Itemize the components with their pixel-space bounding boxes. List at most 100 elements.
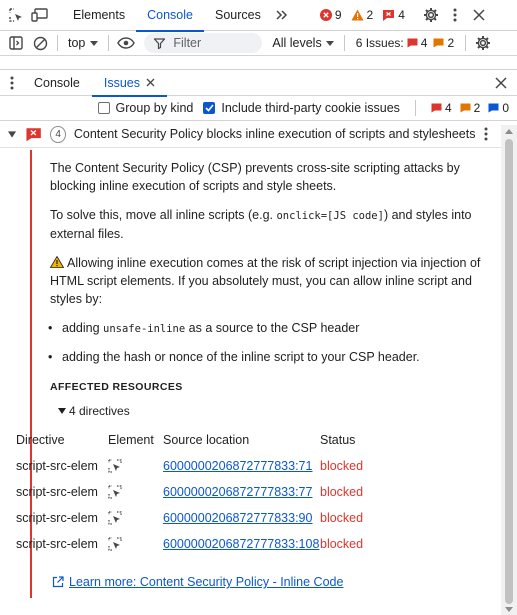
close-devtools-icon[interactable]	[467, 3, 491, 27]
third-party-cookie-checkbox[interactable]: Include third-party cookie issues	[203, 101, 400, 115]
element-cell	[108, 531, 163, 557]
clear-console-icon[interactable]	[28, 31, 52, 55]
issues-summary-button[interactable]: 6 Issues: 4 2	[350, 36, 460, 50]
issues-summary-label: 6 Issues:	[355, 36, 404, 50]
toolbar-divider	[108, 35, 110, 51]
dropdown-arrow-icon	[90, 40, 99, 46]
filter-funnel-icon	[154, 37, 166, 49]
issues-toolbar: Group by kind Include third-party cookie…	[0, 96, 517, 121]
drawer-menu-icon[interactable]	[2, 71, 22, 95]
element-cell	[108, 479, 163, 505]
learn-more-link[interactable]: Learn more: Content Security Policy - In…	[52, 575, 343, 589]
source-link[interactable]: 6000000206872777833:71	[163, 453, 320, 479]
column-header-source: Source location	[163, 433, 250, 447]
issue-warning-flag-icon	[460, 103, 471, 113]
source-link-text[interactable]: 6000000206872777833:108	[163, 537, 319, 551]
scroll-down-arrow-icon[interactable]	[505, 607, 513, 612]
close-drawer-icon[interactable]	[489, 71, 513, 95]
settings-gear-icon[interactable]	[419, 3, 443, 27]
message-counts[interactable]: 9 2 4	[319, 8, 405, 22]
source-link-text[interactable]: 6000000206872777833:77	[163, 485, 312, 499]
drawer-tabbar: Console Issues	[0, 70, 517, 97]
status-cell: blocked	[320, 459, 364, 473]
log-levels-dropdown[interactable]: All levels	[272, 36, 334, 50]
issues-scrollbar[interactable]	[501, 125, 517, 615]
drawer-tab-issues[interactable]: Issues	[91, 70, 168, 97]
reveal-element-icon[interactable]	[108, 537, 122, 551]
tab-console[interactable]: Console	[136, 0, 204, 32]
source-link-text[interactable]: 6000000206872777833:90	[163, 511, 312, 525]
reveal-element-icon[interactable]	[108, 511, 122, 525]
warning-text: Allowing inline execution comes at the r…	[50, 256, 481, 306]
issue-header[interactable]: 4 Content Security Policy blocks inline …	[0, 121, 517, 148]
issue-info-count: 0	[502, 101, 509, 115]
directive-cell: script-src-elem	[16, 485, 98, 499]
issue-warning-text: Allowing inline execution comes at the r…	[50, 254, 493, 308]
bullet1-post: as a source to the CSP header	[185, 321, 360, 335]
context-selector[interactable]: top	[63, 36, 103, 50]
issue-count: 4	[382, 8, 405, 22]
scroll-up-arrow-icon[interactable]	[505, 129, 513, 134]
column-header-status: Status	[320, 433, 356, 447]
scrollbar-thumb[interactable]	[505, 139, 513, 604]
reveal-element-icon[interactable]	[108, 485, 122, 499]
device-toolbar-icon[interactable]	[28, 3, 52, 27]
console-area	[0, 56, 517, 70]
solve-code: onclick=[JS code]	[276, 210, 384, 222]
issue-title: Content Security Policy blocks inline ex…	[73, 127, 476, 141]
issue-count-value: 4	[398, 8, 405, 22]
tab-elements[interactable]: Elements	[62, 0, 136, 31]
source-link-text[interactable]: 6000000206872777833:71	[163, 459, 312, 473]
reveal-element-icon[interactable]	[108, 459, 122, 473]
more-tabs-chevron-icon[interactable]	[272, 0, 292, 31]
learn-more-text[interactable]: Learn more: Content Security Policy - In…	[69, 575, 343, 589]
console-settings-gear-icon[interactable]	[471, 31, 495, 55]
toolbar-divider	[343, 35, 345, 51]
checkbox-unchecked[interactable]	[97, 102, 110, 114]
element-cell	[108, 505, 163, 531]
issue-error-flag-icon	[431, 103, 442, 113]
source-link[interactable]: 6000000206872777833:90	[163, 505, 320, 531]
expand-triangle-icon	[58, 408, 66, 414]
source-link[interactable]: 6000000206872777833:77	[163, 479, 320, 505]
issue-info-flag-icon	[488, 103, 499, 113]
table-row: script-src-elem 6000000206872777833:77 b…	[16, 479, 363, 505]
group-by-kind-checkbox[interactable]: Group by kind	[97, 101, 193, 115]
table-row: script-src-elem 6000000206872777833:71 b…	[16, 453, 363, 479]
warning-count: 2	[351, 8, 373, 22]
drawer-tab-console[interactable]: Console	[22, 70, 92, 96]
checkbox-checked[interactable]	[203, 102, 216, 114]
sidebar-toggle-icon[interactable]	[4, 31, 28, 55]
table-header-row: Directive Element Source location Status	[16, 427, 363, 453]
affected-directives-table: Directive Element Source location Status…	[16, 427, 363, 557]
live-expression-eye-icon[interactable]	[114, 31, 138, 55]
collapse-triangle-icon[interactable]	[8, 130, 17, 138]
table-row: script-src-elem 6000000206872777833:90 b…	[16, 505, 363, 531]
error-count: 9	[319, 8, 342, 22]
column-header-element: Element	[108, 433, 154, 447]
warning-triangle-icon	[50, 256, 64, 268]
toolbar-divider	[414, 100, 416, 116]
issue-body: The Content Security Policy (CSP) preven…	[0, 150, 501, 615]
status-cell: blocked	[320, 511, 364, 525]
toolbar-divider	[57, 35, 58, 51]
issues-summary-warnings: 2	[447, 36, 455, 50]
issue-warnings-count: 2	[473, 101, 481, 115]
more-options-icon[interactable]	[443, 3, 467, 27]
error-icon	[319, 9, 332, 21]
directives-toggle[interactable]: 4 directives	[58, 404, 493, 418]
close-tab-icon[interactable]	[146, 78, 155, 87]
tab-sources[interactable]: Sources	[204, 0, 272, 31]
bullet1-code: unsafe-inline	[103, 323, 186, 335]
context-value: top	[68, 36, 86, 50]
list-item: adding unsafe-inline as a source to the …	[48, 319, 493, 338]
filter-input[interactable]: Filter	[144, 33, 263, 53]
affected-resources-heading: AFFECTED RESOURCES	[50, 381, 183, 393]
warning-icon	[351, 9, 364, 21]
check-icon	[205, 104, 214, 112]
source-link[interactable]: 6000000206872777833:108	[163, 531, 320, 557]
issue-menu-icon[interactable]	[475, 122, 497, 146]
panel-tabs: Elements Console Sources	[62, 0, 272, 32]
solve-text-pre: To solve this, move all inline scripts (…	[50, 208, 277, 222]
inspect-element-icon[interactable]	[4, 3, 28, 27]
